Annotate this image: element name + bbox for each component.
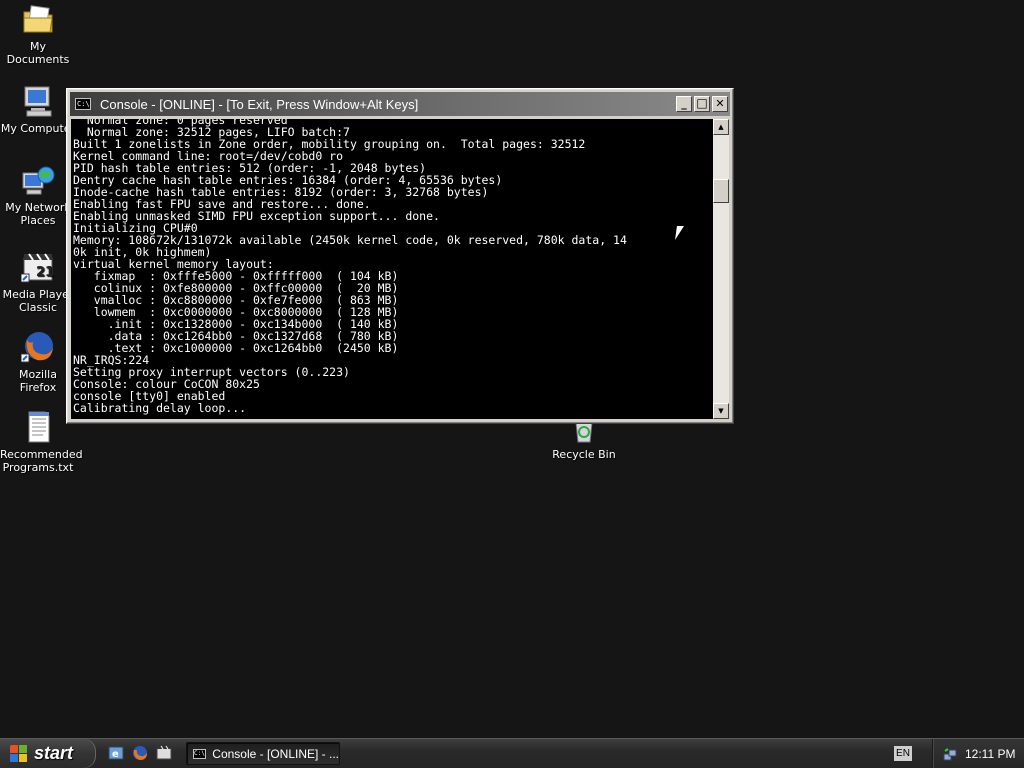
recommended-programs-file[interactable]: Recommended Programs.txt [0,410,83,474]
clock[interactable]: 12:11 PM [965,747,1015,761]
media-player-classic-shortcut[interactable]: 21 Media Player Classic [0,250,76,314]
media-player-classic-icon: 21 [20,250,55,284]
start-label: start [34,743,74,763]
windows-logo-icon [10,744,28,763]
system-tray: 12:11 PM [932,739,1024,768]
internet-explorer-icon[interactable]: e [108,745,124,761]
mozilla-firefox-label: Mozilla Firefox [19,368,57,394]
scroll-up-arrow-icon[interactable]: ▲ [713,119,729,135]
my-computer-label: My Computer [0,122,76,135]
minimize-button[interactable]: _ [676,96,692,112]
my-network-places-shortcut[interactable]: My Network Places [0,163,76,227]
firefox-icon[interactable] [132,745,148,761]
vertical-scrollbar[interactable]: ▲ ▼ [713,119,729,419]
computer-icon [21,84,55,118]
mozilla-firefox-shortcut[interactable]: Mozilla Firefox [0,330,76,394]
my-documents-shortcut[interactable]: My Documents [0,2,76,66]
text-file-icon [21,410,55,444]
media-player-classic-label: Media Player Classic [2,288,74,314]
media-player-icon[interactable] [156,745,172,761]
window-title: Console - [ONLINE] - [To Exit, Press Win… [100,96,419,112]
language-indicator[interactable]: EN [894,746,912,761]
my-documents-label: My Documents [6,40,70,66]
window-title-bar[interactable]: C:\ Console - [ONLINE] - [To Exit, Press… [70,92,730,116]
my-computer-shortcut[interactable]: My Computer [0,84,76,135]
console-output-text: Normal zone: 0 pages reserved Normal zon… [73,119,627,415]
recommended-programs-label: Recommended Programs.txt [0,448,83,474]
console-output-area[interactable]: Normal zone: 0 pages reserved Normal zon… [71,119,713,419]
svg-text:21: 21 [36,265,54,280]
scrollbar-thumb[interactable] [713,179,729,203]
network-globe-icon [21,163,55,197]
svg-text:e: e [112,749,119,760]
console-icon: C:\ [75,98,91,110]
my-network-places-label: My Network Places [5,201,71,227]
taskbar-console-button[interactable]: C:\ Console - [ONLINE] - ... [186,742,340,765]
taskbar: start e C:\ Console - [ONLINE] - ... EN [0,738,1024,768]
recycle-bin-label: Recycle Bin [552,448,616,461]
firefox-icon [20,330,55,364]
close-button[interactable]: ✕ [712,96,728,112]
maximize-button[interactable]: □ [694,96,710,112]
taskbar-console-label: Console - [ONLINE] - ... [212,746,339,761]
console-icon: C:\ [193,748,207,759]
network-connection-icon[interactable] [943,747,957,761]
desktop: My Documents My Computer My Network Plac… [0,0,1024,738]
console-window[interactable]: C:\ Console - [ONLINE] - [To Exit, Press… [66,88,734,424]
scroll-down-arrow-icon[interactable]: ▼ [713,403,729,419]
start-button[interactable]: start [0,739,96,768]
folder-documents-icon [21,2,55,36]
